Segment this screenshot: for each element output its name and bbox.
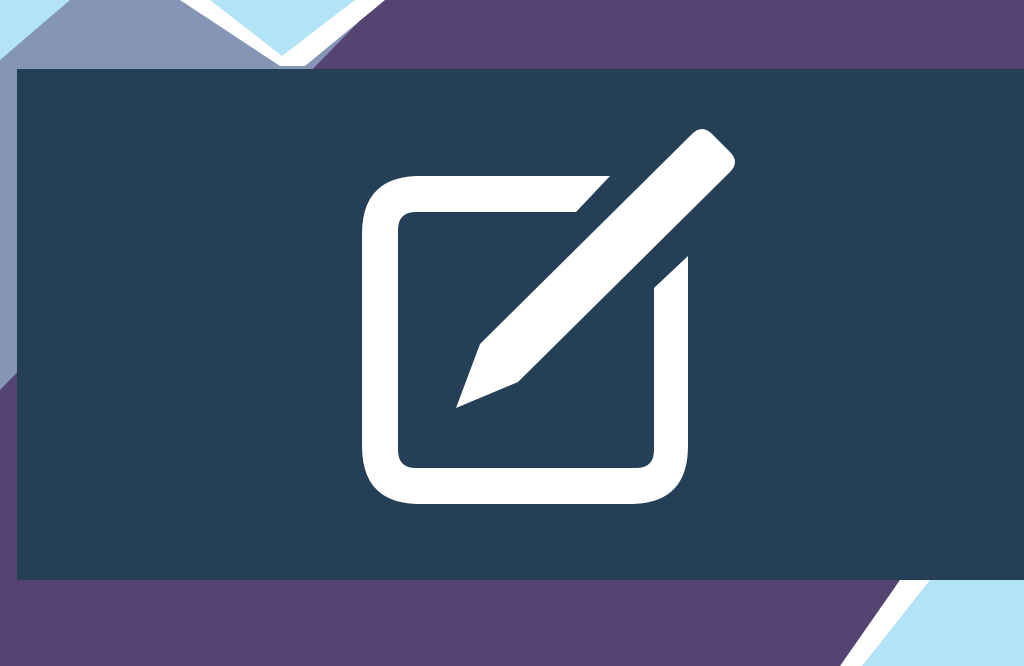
edit-graphic [0, 0, 1024, 666]
edit-icon [362, 129, 735, 504]
pencil-icon [456, 129, 735, 408]
